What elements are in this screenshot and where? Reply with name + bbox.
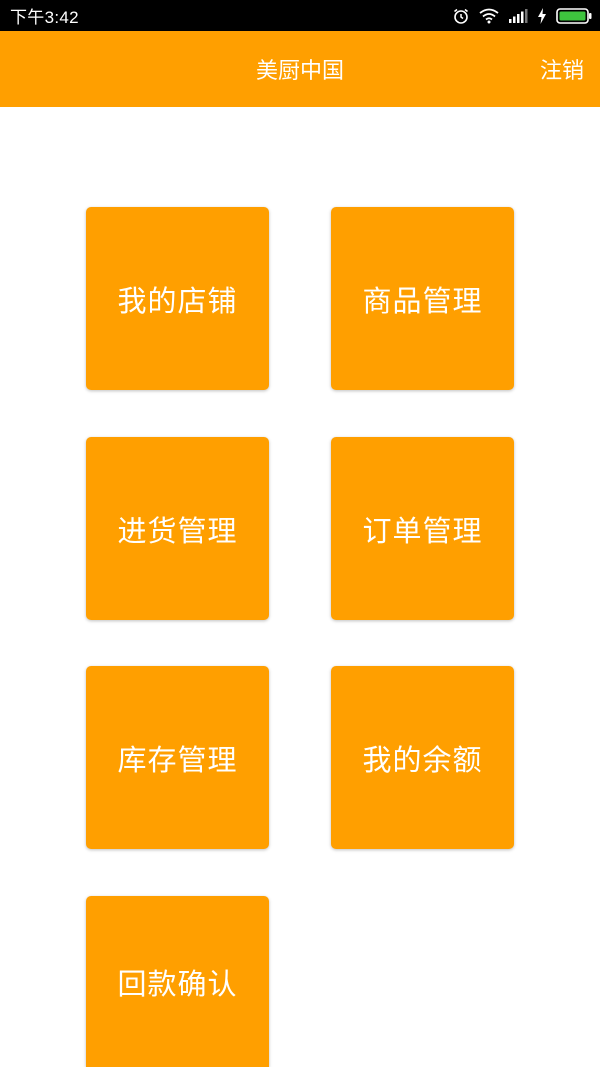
purchase-management-tile[interactable]: 进货管理	[86, 437, 269, 620]
status-time: 下午3:42	[10, 8, 79, 27]
order-management-tile[interactable]: 订单管理	[331, 437, 514, 620]
inventory-management-tile[interactable]: 库存管理	[86, 666, 269, 849]
signal-icon	[509, 8, 528, 23]
my-store-tile[interactable]: 我的店铺	[86, 207, 269, 390]
tile-label: 我的余额	[362, 742, 483, 777]
tile-label: 我的店铺	[117, 283, 238, 318]
battery-icon	[556, 7, 592, 24]
status-icons	[452, 7, 592, 25]
tile-label: 进货管理	[117, 513, 238, 548]
page-title: 美厨中国	[255, 59, 344, 84]
charging-icon	[538, 7, 546, 24]
payment-confirmation-tile[interactable]: 回款确认	[86, 896, 269, 1067]
alarm-icon	[454, 8, 468, 24]
tile-label: 回款确认	[117, 966, 238, 1001]
my-balance-tile[interactable]: 我的余额	[331, 666, 514, 849]
status-bar: 下午3:42	[0, 0, 600, 31]
tile-label: 订单管理	[362, 513, 483, 548]
app-bar: 美厨中国 注销	[0, 31, 600, 107]
product-management-tile[interactable]: 商品管理	[331, 207, 514, 390]
logout-button[interactable]: 注销	[540, 31, 584, 107]
wifi-icon	[479, 8, 499, 23]
tile-label: 库存管理	[117, 742, 238, 777]
tile-label: 商品管理	[362, 283, 483, 318]
